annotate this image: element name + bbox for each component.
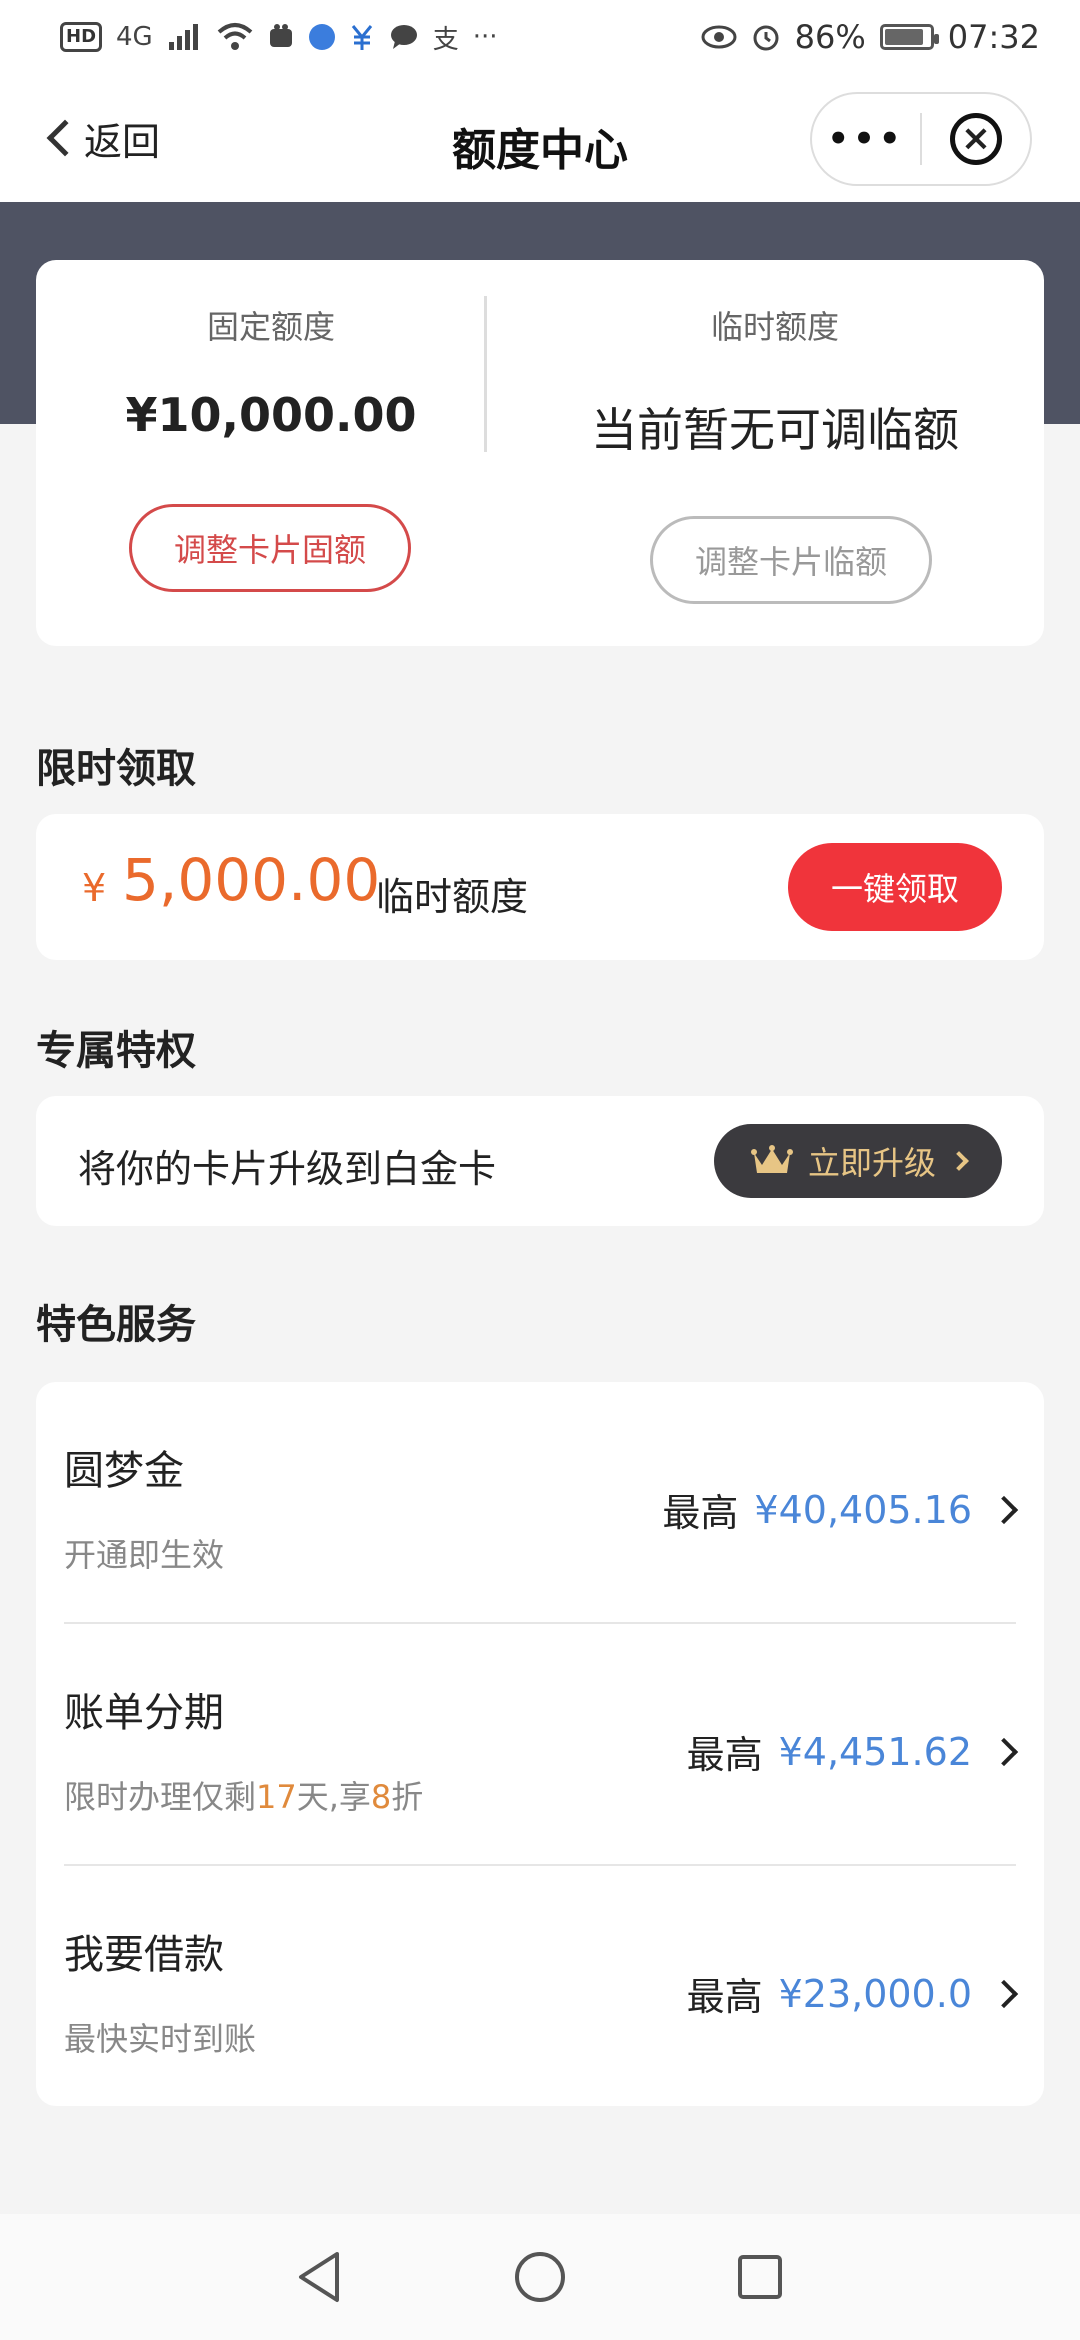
close-button[interactable]: × [922,94,1030,184]
chevron-right-icon [949,1151,969,1171]
more-dots-icon: ••• [827,119,905,159]
signal-icon [168,24,198,50]
privilege-card: 将你的卡片升级到白金卡 立即升级 [36,1096,1044,1226]
alarm-icon [753,25,779,51]
message-icon [390,25,417,49]
system-recents-icon[interactable] [730,2247,790,2307]
hd-badge: HD [60,22,103,52]
service-desc: 限时办理仅剩17天,享8折 [64,1772,423,1818]
more-button[interactable]: ••• [812,94,920,184]
more-notifications-icon: ··· [472,22,498,52]
service-value-group: 最高 ¥40,405.16 [662,1482,1019,1537]
quota-card: 固定额度 ¥10,000.00 调整卡片固额 临时额度 当前暂无可调临额 调整卡… [36,260,1044,646]
eye-icon [701,25,737,49]
system-nav-bar [0,2214,1080,2340]
battery-fill [884,29,923,45]
adjust-fixed-quota-button[interactable]: 调整卡片固额 [129,504,411,592]
privilege-title: 专属特权 [36,1028,196,1074]
quota-divider [484,296,487,452]
status-right: 86% 07:32 [701,18,1040,56]
temp-quota-column: 临时额度 当前暂无可调临额 调整卡片临额 [506,260,1044,646]
wifi-icon [217,23,253,50]
crown-icon [750,1145,793,1173]
service-desc-after: 折 [391,1778,424,1816]
service-desc-days: 17 [256,1778,297,1816]
service-value-prefix: 最高 [662,1491,739,1535]
service-desc-discount: 8 [370,1778,392,1816]
upgrade-label: 立即升级 [807,1144,936,1182]
claim-currency: ¥ [82,866,107,910]
temp-quota-status: 当前暂无可调临额 [591,403,959,457]
service-value: ¥40,405.16 [754,1487,972,1532]
service-desc-before: 限时办理仅剩 [64,1778,257,1816]
claim-amount: 5,000.00 [122,846,381,914]
service-name: 我要借款 [64,1932,224,1978]
fixed-quota-label: 固定额度 [206,308,335,346]
yuan-app-icon [351,25,372,50]
browser-icon [308,24,335,50]
service-name: 圆梦金 [64,1448,184,1494]
limited-claim-title: 限时领取 [36,746,196,792]
signal-label: 4G [116,22,153,52]
alipay-icon: 支 [432,24,459,55]
services-card: 圆梦金 开通即生效 最高 ¥40,405.16 账单分期 限时办理仅剩17天,享… [36,1382,1044,2106]
system-home-icon[interactable] [510,2247,570,2307]
one-click-claim-button[interactable]: 一键领取 [788,843,1002,931]
service-item-borrow[interactable]: 我要借款 最快实时到账 最高 ¥23,000.0 [36,1866,1044,2108]
privilege-text: 将你的卡片升级到白金卡 [78,1147,497,1191]
service-value: ¥4,451.62 [778,1729,972,1774]
adjust-temp-quota-button[interactable]: 调整卡片临额 [650,516,932,604]
chevron-right-icon [989,1495,1019,1524]
limited-claim-card: ¥ 5,000.00 临时额度 一键领取 [36,814,1044,960]
status-bar: HD 4G 支 ··· 86% 07:32 [0,0,1080,74]
service-value-group: 最高 ¥4,451.62 [686,1724,1019,1779]
service-desc-mid: 天,享 [296,1778,371,1816]
battery-icon [879,24,939,50]
app-notification-icon [269,24,292,47]
service-value: ¥23,000.0 [778,1971,972,2016]
services-title: 特色服务 [36,1302,196,1348]
service-value-prefix: 最高 [686,1975,763,2019]
claim-suffix: 临时额度 [376,875,529,919]
battery-percent: 86% [794,18,866,56]
service-value-prefix: 最高 [686,1733,763,1777]
upgrade-now-button[interactable]: 立即升级 [714,1124,1002,1198]
service-item-yuanmengjin[interactable]: 圆梦金 开通即生效 最高 ¥40,405.16 [36,1382,1044,1624]
service-name: 账单分期 [64,1690,224,1736]
status-left: HD 4G 支 ··· [60,19,498,56]
service-desc: 最快实时到账 [64,2020,257,2058]
service-value-group: 最高 ¥23,000.0 [686,1966,1019,2021]
chevron-right-icon [989,1979,1019,2008]
fixed-quota-column: 固定额度 ¥10,000.00 调整卡片固额 [36,260,506,646]
service-item-bill-installment[interactable]: 账单分期 限时办理仅剩17天,享8折 最高 ¥4,451.62 [36,1624,1044,1866]
mini-program-capsule: ••• × [810,92,1032,186]
close-icon: × [949,113,1002,165]
system-back-icon[interactable] [290,2247,350,2307]
nav-bar: 返回 额度中心 ••• × [0,74,1080,202]
clock: 07:32 [947,18,1040,56]
fixed-quota-amount: ¥10,000.00 [125,388,417,442]
service-desc: 开通即生效 [64,1536,225,1574]
chevron-right-icon [989,1737,1019,1766]
temp-quota-label: 临时额度 [710,308,839,346]
